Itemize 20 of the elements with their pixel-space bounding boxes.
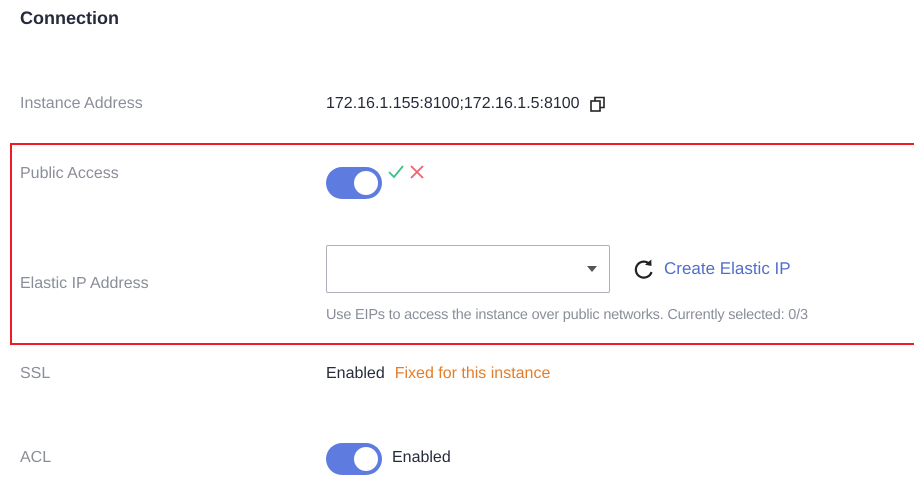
- create-eip-link[interactable]: Create Elastic IP: [664, 259, 791, 279]
- ssl-status: Enabled: [326, 365, 385, 383]
- confirm-icon[interactable]: [388, 165, 404, 179]
- dropdown-caret-icon: [587, 266, 597, 272]
- section-title: Connection: [20, 8, 120, 30]
- acl-status: Enabled: [392, 449, 451, 467]
- eip-select[interactable]: [326, 245, 610, 293]
- copy-icon[interactable]: [590, 96, 606, 112]
- field-label: ACL: [20, 449, 52, 467]
- field-label: Elastic IP Address: [20, 275, 150, 293]
- toggle-switch[interactable]: [326, 443, 382, 475]
- ssl-note: Fixed for this instance: [394, 365, 550, 383]
- field-label: Instance Address: [20, 95, 144, 113]
- toggle-switch[interactable]: [326, 167, 382, 199]
- address-value: 172.16.1.155:8100;172.16.1.5:8100: [326, 95, 580, 113]
- field-label: Public Access: [20, 165, 120, 183]
- hint-text: Use EIPs to access the instance over public networks. Currently selected: 0/3: [326, 307, 808, 323]
- refresh-icon[interactable]: [634, 258, 654, 280]
- close-icon[interactable]: [410, 165, 424, 179]
- field-label: SSL: [20, 365, 52, 383]
